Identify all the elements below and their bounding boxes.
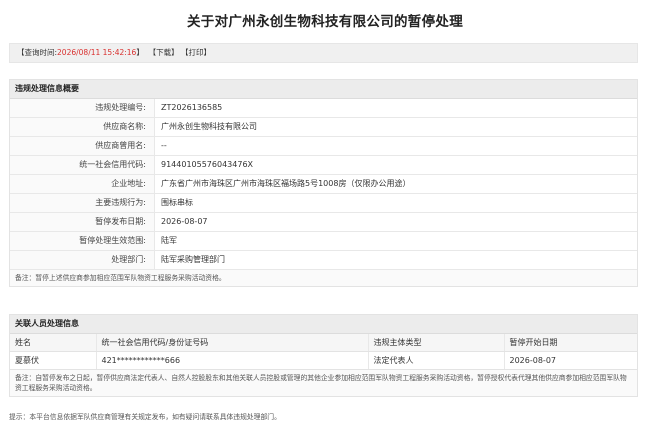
detail-value: 广州永创生物科技有限公司	[161, 122, 257, 131]
column-header: 姓名	[10, 334, 97, 352]
detail-value: 广东省广州市海珠区广州市海珠区福场路5号1008房（仅限办公用途）	[161, 179, 411, 188]
column-header: 暂停开始日期	[504, 334, 637, 352]
detail-label: 主要违规行为:	[10, 194, 155, 212]
detail-value: 陆军	[161, 236, 177, 245]
detail-row: 处理部门: 陆军采购管理部门	[10, 251, 637, 270]
download-link[interactable]: 【下载】	[149, 48, 179, 57]
detail-value: 陆军采购管理部门	[161, 255, 225, 264]
detail-row: 供应商曾用名: --	[10, 137, 637, 156]
detail-label: 统一社会信用代码:	[10, 156, 155, 174]
query-time-suffix: 】	[136, 48, 144, 57]
detail-row: 主要违规行为: 围标串标	[10, 194, 637, 213]
detail-value: 2026-08-07	[161, 217, 208, 226]
detail-label: 违规处理编号:	[10, 99, 155, 117]
footer-tip: 提示：本平台信息依据军队供应商管理有关规定发布，如有疑问请联系具体违规处理部门。	[9, 413, 281, 421]
table-row: 夏慕伏 421************666 法定代表人 2026-08-07	[10, 351, 637, 370]
violation-note: 备注：暂停上述供应商参加相应范围军队物资工程服务采购活动资格。	[10, 270, 637, 286]
query-bar: 【查询时间:2026/08/11 15:42:16】 【下载】 【打印】	[9, 43, 638, 63]
detail-value: 91440105576043476X	[161, 160, 254, 169]
detail-label: 暂停发布日期:	[10, 213, 155, 231]
table-cell: 夏慕伏	[10, 351, 97, 370]
query-time-prefix: 【查询时间:	[17, 48, 58, 57]
persons-note: 备注：自暂停发布之日起，暂停供应商法定代表人、自然人控股股东和其他关联人员控股或…	[10, 370, 637, 396]
detail-row: 企业地址: 广东省广州市海珠区广州市海珠区福场路5号1008房（仅限办公用途）	[10, 175, 637, 194]
page-title: 关于对广州永创生物科技有限公司的暂停处理	[187, 14, 463, 30]
violation-details: 违规处理编号: ZT2026136585 供应商名称: 广州永创生物科技有限公司 供应商…	[10, 99, 637, 270]
persons-panel: 关联人员处理信息 姓名 统一社会信用代码/身份证号码 违规主体类型 暂停开始日期 夏慕…	[9, 314, 638, 397]
detail-row: 暂停处理生效范围: 陆军	[10, 232, 637, 251]
persons-table: 姓名 统一社会信用代码/身份证号码 违规主体类型 暂停开始日期 夏慕伏 421*****…	[10, 334, 637, 370]
detail-row: 统一社会信用代码: 91440105576043476X	[10, 156, 637, 175]
detail-value: ZT2026136585	[161, 103, 223, 112]
table-cell: 2026-08-07	[504, 351, 637, 370]
detail-row: 暂停发布日期: 2026-08-07	[10, 213, 637, 232]
table-cell: 421************666	[96, 351, 369, 370]
detail-row: 供应商名称: 广州永创生物科技有限公司	[10, 118, 637, 137]
detail-row: 违规处理编号: ZT2026136585	[10, 99, 637, 118]
violation-panel-heading: 违规处理信息概要	[10, 80, 637, 99]
column-header: 违规主体类型	[368, 334, 505, 352]
detail-label: 处理部门:	[10, 251, 155, 269]
table-cell: 法定代表人	[368, 351, 505, 370]
detail-value: --	[161, 141, 167, 150]
column-header: 统一社会信用代码/身份证号码	[96, 334, 369, 352]
detail-label: 供应商曾用名:	[10, 137, 155, 155]
detail-label: 暂停处理生效范围:	[10, 232, 155, 250]
detail-label: 供应商名称:	[10, 118, 155, 136]
detail-label: 企业地址:	[10, 175, 155, 193]
detail-value: 围标串标	[161, 198, 193, 207]
violation-panel: 违规处理信息概要 违规处理编号: ZT2026136585 供应商名称: 广州永创生物…	[9, 79, 638, 287]
persons-panel-heading: 关联人员处理信息	[10, 315, 637, 334]
print-link[interactable]: 【打印】	[181, 48, 211, 57]
query-time: 2026/08/11 15:42:16	[57, 48, 137, 57]
